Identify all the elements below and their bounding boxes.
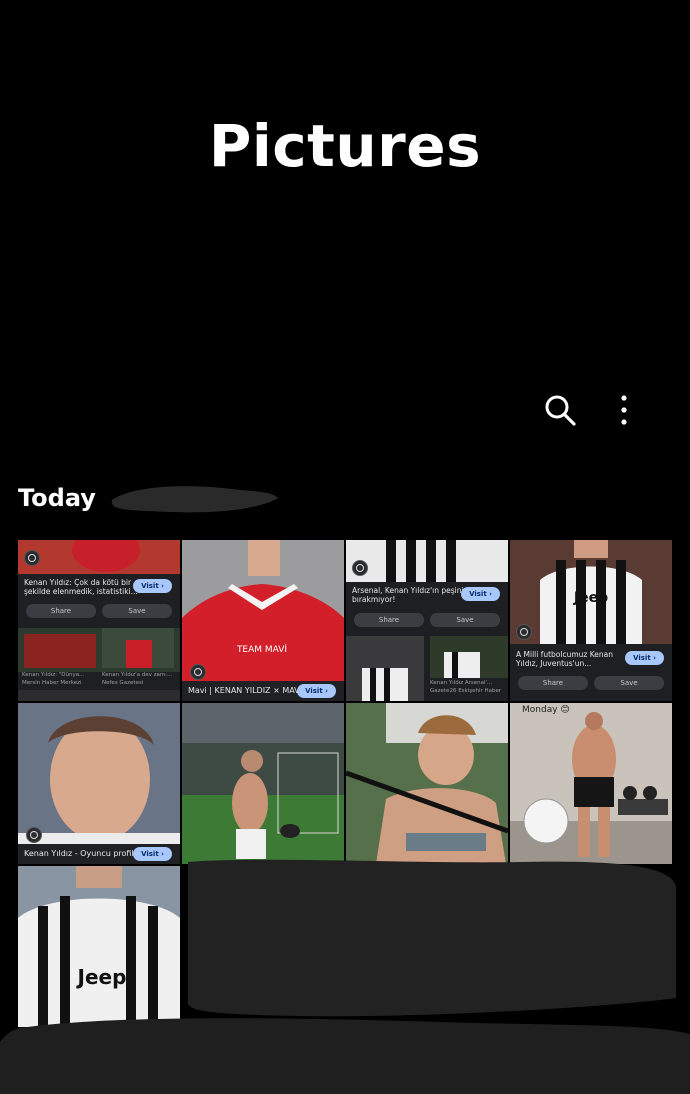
visit-button[interactable]: Visit › bbox=[133, 579, 172, 593]
related-source: Nefes Gazetesi bbox=[102, 680, 144, 686]
save-button[interactable]: Save bbox=[594, 676, 664, 690]
share-button[interactable]: Share bbox=[518, 676, 588, 690]
visit-button[interactable]: Visit › bbox=[461, 587, 500, 601]
photo-tile[interactable] bbox=[346, 703, 508, 864]
result-title: Kenan Yıldız: Çok da kötü bir şekilde el… bbox=[24, 578, 138, 596]
svg-text:Jeep: Jeep bbox=[573, 590, 608, 606]
photo-tile[interactable]: Kenan Yıldız - Oyuncu profili Visit › bbox=[18, 703, 180, 864]
lens-icon bbox=[26, 827, 42, 843]
story-text: Monday 😊 bbox=[522, 705, 570, 715]
related-title: Kenan Yıldız Arsenal'... bbox=[430, 680, 493, 686]
redaction-scribble bbox=[111, 486, 278, 513]
photo-tile[interactable]: Jeep A Milli futbolcumuz Kenan Yıldız, J… bbox=[510, 540, 672, 701]
result-title: A Milli futbolcumuz Kenan Yıldız, Juvent… bbox=[516, 650, 613, 668]
related-source: Gazete26 Eskişehir Haber bbox=[430, 688, 502, 694]
search-icon[interactable] bbox=[540, 390, 580, 430]
result-title: Arsenal, Kenan Yıldız'ın peşini bırakmıy… bbox=[352, 586, 464, 604]
share-button[interactable]: Share bbox=[26, 604, 96, 618]
lens-icon bbox=[24, 550, 40, 566]
visit-button[interactable]: Visit › bbox=[625, 651, 664, 665]
photo-tile[interactable]: Kenan Yıldız: Çok da kötü bir şekilde el… bbox=[18, 540, 180, 701]
lens-icon bbox=[190, 664, 206, 680]
svg-text:TEAM MAVİ: TEAM MAVİ bbox=[236, 644, 287, 655]
save-button[interactable]: Save bbox=[102, 604, 172, 618]
share-button[interactable]: Share bbox=[354, 613, 424, 627]
related-title: Kenan Yıldız'a dev zam:... bbox=[102, 672, 173, 678]
photo-tile[interactable]: Arsenal, Kenan Yıldız'ın peşini bırakmıy… bbox=[346, 540, 508, 701]
related-source: Mersin Haber Merkezi bbox=[22, 680, 82, 686]
visit-button[interactable]: Visit › bbox=[297, 684, 336, 698]
photo-tile[interactable]: TEAM MAVİ Mavi | KENAN YILDIZ × MAVİ | V… bbox=[182, 540, 344, 701]
photo-tile[interactable]: Monday 😊 bbox=[510, 703, 672, 864]
redaction-scribble bbox=[0, 858, 690, 1094]
save-button[interactable]: Save bbox=[430, 613, 500, 627]
lens-icon bbox=[516, 624, 532, 640]
page-title: Pictures bbox=[208, 112, 482, 180]
photo-tile[interactable] bbox=[182, 703, 344, 864]
lens-icon bbox=[352, 560, 368, 576]
more-vert-icon[interactable] bbox=[604, 390, 644, 430]
toolbar bbox=[540, 390, 650, 430]
related-title: Kenan Yıldız: "Dünya... bbox=[22, 672, 85, 678]
section-label-today: Today bbox=[18, 484, 96, 512]
